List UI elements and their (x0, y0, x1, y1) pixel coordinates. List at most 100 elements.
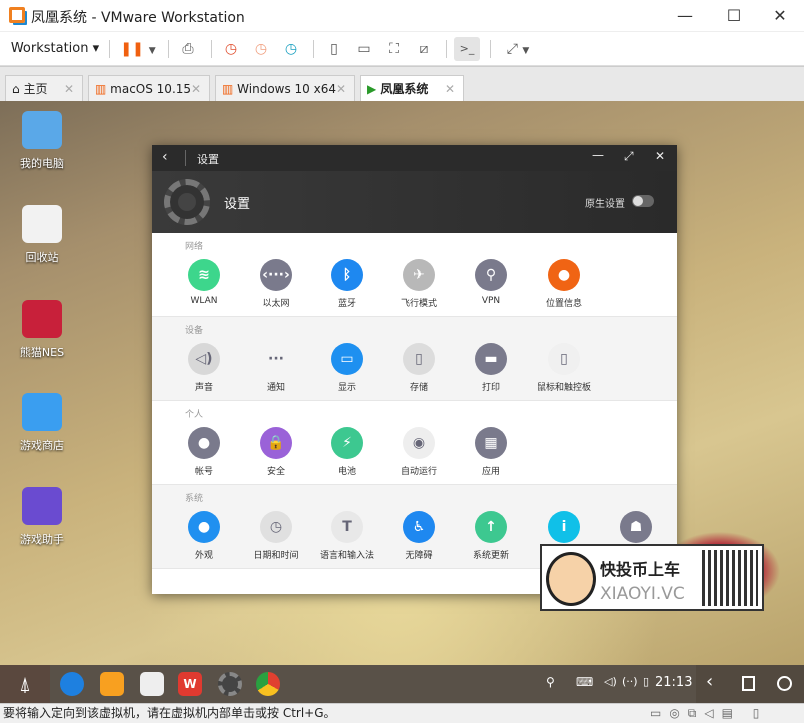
desktop-icon[interactable]: 熊猫NES (2, 300, 82, 360)
settings-item-display[interactable]: ▭ 显示 (311, 343, 383, 393)
settings-item-label: 通知 (266, 383, 285, 393)
battery-icon[interactable]: ▯ (643, 675, 649, 688)
sidebar-view-icon[interactable]: ▯ (322, 37, 346, 61)
settings-item-label: 以太网 (262, 299, 290, 309)
desktop-icon[interactable]: 我的电脑 (2, 111, 82, 171)
settings-item-speaker[interactable]: ◁) 声音 (168, 343, 240, 393)
settings-item-vpn[interactable]: ⚲ VPN (455, 259, 527, 306)
settings-app-icon[interactable] (218, 672, 242, 696)
appearance-icon: ● (188, 511, 220, 543)
settings-item-clock[interactable]: ◷ 日期和时间 (240, 511, 312, 561)
settings-item-bluetooth[interactable]: ᛒ 蓝牙 (311, 259, 383, 309)
tab-label: macOS 10.15 (110, 82, 192, 96)
minimize-button[interactable]: — (665, 4, 705, 28)
settings-titlebar: ‹ 设置 — ⤢ ✕ (152, 145, 677, 171)
workstation-menu[interactable]: Workstation ▾ (8, 37, 102, 61)
settings-item-battery[interactable]: ⚡ 电池 (311, 427, 383, 477)
volume-icon[interactable]: ◁) (604, 675, 617, 688)
back-icon[interactable]: ‹ (162, 149, 168, 165)
unity-icon[interactable]: ⧄ (412, 37, 436, 61)
settings-item-printer[interactable]: ▬ 打印 (455, 343, 527, 393)
snapshot-manager-icon[interactable]: ◷ (279, 37, 303, 61)
settings-item-account[interactable]: ● 帐号 (168, 427, 240, 477)
tab-macos[interactable]: ▥ macOS 10.15 ✕ (88, 75, 210, 102)
snapshot-revert-icon[interactable]: ◷ (249, 37, 273, 61)
tab-bar: ⌂ 主页 ✕ ▥ macOS 10.15 ✕ ▥ Windows 10 x64 ✕ ▶… (0, 66, 804, 103)
desktop-icon[interactable]: 回收站 (2, 205, 82, 265)
banner-title: 设置 (224, 197, 251, 212)
section-header: 网络 (185, 242, 204, 252)
notification-icon: ··· (260, 343, 292, 375)
close-button[interactable]: ✕ (760, 4, 800, 28)
settings-item-ethernet[interactable]: ‹···› 以太网 (240, 259, 312, 309)
settings-item-appearance[interactable]: ● 外观 (168, 511, 240, 561)
device-icons[interactable]: ▭◎⧉◁▤ ▯ (650, 704, 767, 723)
close-icon[interactable]: ✕ (655, 149, 665, 163)
printer-icon: ▬ (475, 343, 507, 375)
settings-item-location[interactable]: ● 位置信息 (528, 259, 600, 309)
start-menu-button[interactable]: ⍋ (0, 665, 50, 703)
wps-app-icon[interactable]: W (178, 672, 202, 696)
desktop-icon[interactable]: 游戏商店 (2, 393, 82, 453)
section-header: 设备 (185, 326, 204, 336)
orange-app-icon[interactable] (100, 672, 124, 696)
pause-button[interactable]: ❚❚ ▼ (118, 37, 158, 61)
close-tab-icon[interactable]: ✕ (64, 76, 74, 102)
thumbnail-view-icon[interactable]: ▭ (352, 37, 376, 61)
settings-item-language[interactable]: T 语言和输入法 (311, 511, 383, 561)
settings-item-label: 打印 (481, 383, 500, 393)
settings-item-label: 鼠标和触控板 (536, 383, 591, 393)
account-icon: ● (188, 427, 220, 459)
maximize-button[interactable]: ☐ (714, 4, 754, 28)
settings-item-wifi[interactable]: ≋ WLAN (168, 259, 240, 306)
tab-phoenix[interactable]: ▶ 凤凰系统 ✕ (360, 75, 464, 103)
section-header: 个人 (185, 410, 204, 420)
settings-item-label: 无障碍 (405, 551, 433, 561)
settings-item-storage[interactable]: ▯ 存储 (383, 343, 455, 393)
settings-item-mouse[interactable]: ▯ 鼠标和触控板 (528, 343, 600, 393)
settings-item-accessibility[interactable]: ♿ 无障碍 (383, 511, 455, 561)
settings-item-update[interactable]: ↑ 系统更新 (455, 511, 527, 561)
snapshot-take-icon[interactable]: ◷ (219, 37, 243, 61)
settings-item-label: 系统更新 (472, 551, 509, 561)
editor-app-icon[interactable] (140, 672, 164, 696)
apps-icon: ▦ (475, 427, 507, 459)
close-tab-icon[interactable]: ✕ (336, 76, 346, 102)
settings-item-notification[interactable]: ··· 通知 (240, 343, 312, 393)
clock-icon: ◷ (260, 511, 292, 543)
home-nav-icon[interactable] (777, 676, 792, 691)
recents-nav-icon[interactable] (742, 676, 755, 691)
console-view-icon[interactable]: >_ (454, 37, 480, 61)
settings-item-toggle[interactable]: ◉ 自动运行 (383, 427, 455, 477)
tab-windows[interactable]: ▥ Windows 10 x64 ✕ (215, 75, 355, 102)
android-taskbar: ⍋ W ⚲ ⌨ ◁) (··) ▯ 21:13 ‹ (0, 665, 804, 703)
fullscreen-icon[interactable]: ⛶ (382, 37, 406, 61)
settings-item-apps[interactable]: ▦ 应用 (455, 427, 527, 477)
desktop-icon-label: 游戏助手 (20, 533, 64, 546)
keyboard-icon[interactable]: ⌨ (576, 675, 593, 689)
close-tab-icon[interactable]: ✕ (445, 76, 455, 102)
android-icon: ☗ (620, 511, 652, 543)
settings-item-lock[interactable]: 🔒 安全 (240, 427, 312, 477)
back-nav-icon[interactable]: ‹ (706, 671, 713, 692)
settings-item-label: 帐号 (194, 467, 213, 477)
promo-watermark: 快投币上车 XIAOYI.VC (540, 544, 764, 611)
desktop-app-icon (22, 111, 62, 149)
gear-icon (164, 179, 210, 225)
vm-screen[interactable]: 我的电脑 回收站 熊猫NES 游戏商店 游戏助手 ‹ 设置 — ⤢ ✕ 设置 原生设置 … (0, 101, 804, 665)
stretch-icon[interactable]: ⤢ ▼ (498, 37, 538, 61)
browser-app-icon[interactable] (60, 672, 84, 696)
section-header: 系统 (185, 494, 204, 504)
native-settings-toggle[interactable] (632, 195, 654, 207)
maximize-icon[interactable]: ⤢ (624, 149, 634, 164)
settings-item-label: 位置信息 (545, 299, 582, 309)
settings-item-airplane[interactable]: ✈ 飞行模式 (383, 259, 455, 309)
desktop-icon[interactable]: 游戏助手 (2, 487, 82, 547)
send-keys-icon[interactable]: ⎙ (176, 37, 200, 61)
chrome-app-icon[interactable] (256, 672, 280, 696)
search-icon[interactable]: ⚲ (546, 675, 555, 689)
network-icon[interactable]: (··) (622, 675, 638, 688)
tab-home[interactable]: ⌂ 主页 ✕ (5, 75, 83, 102)
close-tab-icon[interactable]: ✕ (191, 76, 201, 102)
minimize-icon[interactable]: — (592, 148, 604, 162)
